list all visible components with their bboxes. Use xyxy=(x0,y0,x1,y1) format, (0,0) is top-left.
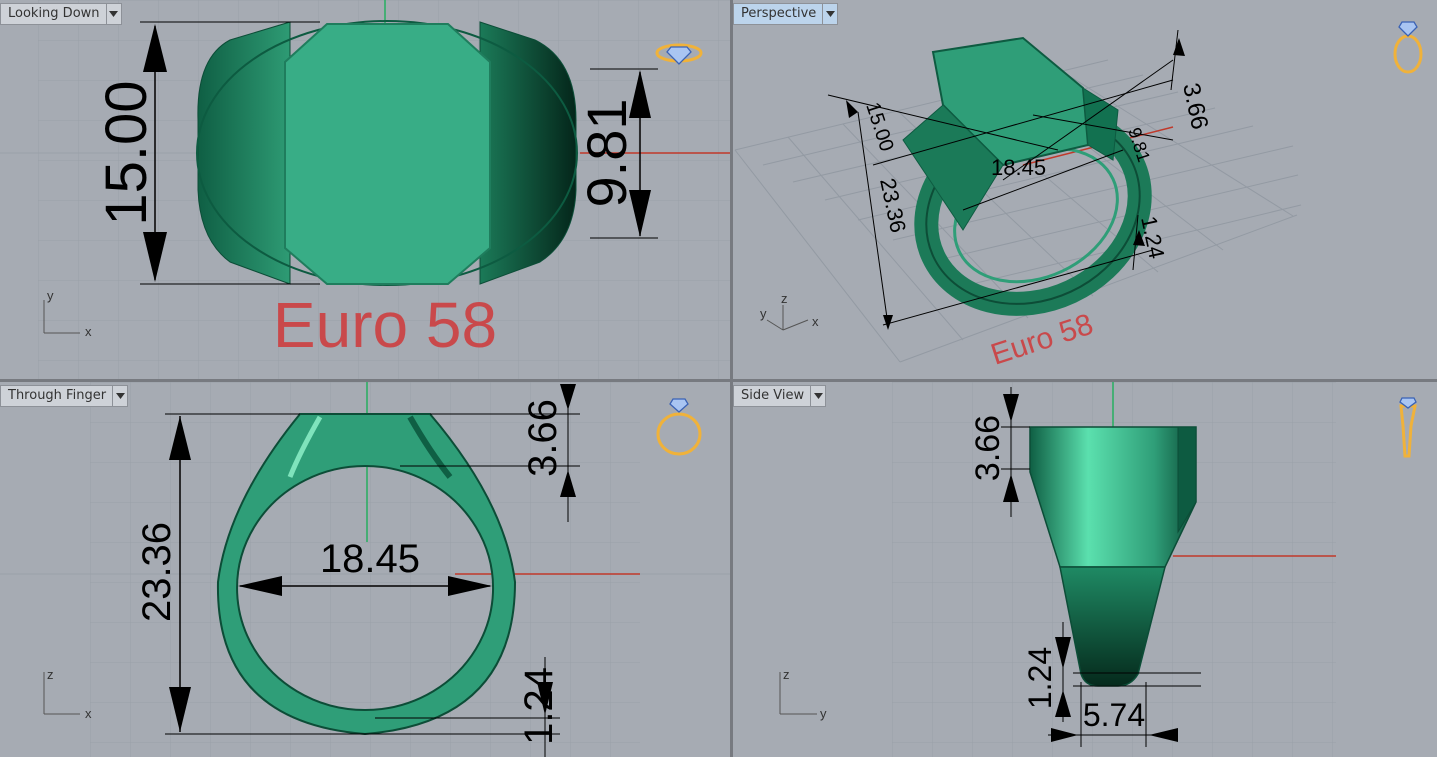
viewport-tab-side[interactable]: Side View xyxy=(733,385,827,407)
axis-x-label: x xyxy=(85,324,92,339)
ring-side-upper xyxy=(1029,426,1197,568)
dim-height-top: 15.00 xyxy=(94,80,159,225)
size-label-top: Euro 58 xyxy=(273,289,497,361)
axis-z-label: z xyxy=(781,291,788,306)
viewport-tab-perspective[interactable]: Perspective xyxy=(733,3,839,25)
dim-top-height-side: 3.66 xyxy=(969,415,1007,481)
viewport-tab-top[interactable]: Looking Down xyxy=(0,3,122,25)
dropdown-arrow-icon[interactable] xyxy=(810,386,825,406)
axis-y-label: y xyxy=(820,706,827,721)
viewport-title: Side View xyxy=(741,388,805,403)
viewport-side[interactable]: Side View 3.66 1.24 5.74 z y xyxy=(733,382,1437,757)
side-view-canvas[interactable]: 3.66 1.24 5.74 z y xyxy=(733,382,1437,757)
viewport-title: Looking Down xyxy=(8,6,100,21)
size-label-persp: Euro 58 xyxy=(987,308,1097,372)
dim-band-persp: 1.24 xyxy=(1136,214,1169,261)
dropdown-arrow-icon[interactable] xyxy=(105,4,121,24)
dim-width-top: 9.81 xyxy=(575,99,638,208)
axis-z-label: z xyxy=(783,667,790,682)
axis-y-label: y xyxy=(47,288,54,303)
dim-inner-persp: 18.45 xyxy=(991,155,1046,180)
front-view-canvas[interactable]: 23.36 18.45 3.66 1.24 z x xyxy=(0,382,730,757)
dim-band-side: 1.24 xyxy=(1022,647,1058,709)
top-view-canvas[interactable]: 15.00 9.81 Euro 58 y x xyxy=(0,0,730,379)
viewport-title: Through Finger xyxy=(8,388,107,403)
dim-top-height-front: 3.66 xyxy=(521,399,565,477)
ring-diamond-top-icon[interactable] xyxy=(654,38,704,68)
dropdown-arrow-icon[interactable] xyxy=(112,386,127,406)
ring-side-icon[interactable] xyxy=(1393,396,1423,462)
ring-front-icon[interactable] xyxy=(654,396,704,458)
ring-perspective-icon[interactable] xyxy=(1388,18,1428,78)
viewport-front[interactable]: Through Finger 23.36 18.45 3.66 1.24 z x xyxy=(0,382,730,757)
viewport-title: Perspective xyxy=(741,6,817,21)
dim-top-height-persp: 3.66 xyxy=(1177,81,1213,132)
dim-height-front: 23.36 xyxy=(135,522,179,622)
dim-inner-front: 18.45 xyxy=(320,537,420,581)
dim-length-persp: 15.00 xyxy=(861,100,897,154)
perspective-canvas[interactable]: 3.66 15.00 9.81 18.45 23.36 1.24 Euro 58… xyxy=(733,0,1437,379)
axis-x-label: x xyxy=(85,706,92,721)
viewport-perspective[interactable]: Perspective 3.66 15.00 9.81 18.45 23.36 … xyxy=(733,0,1437,379)
viewport-top[interactable]: Looking Down 15.00 9.81 Euro 58 y x xyxy=(0,0,730,379)
viewport-tab-front[interactable]: Through Finger xyxy=(0,385,129,407)
axis-x-label: x xyxy=(812,314,819,329)
axis-z-label: z xyxy=(47,667,54,682)
dim-width-side: 5.74 xyxy=(1083,697,1145,733)
dim-band-front: 1.24 xyxy=(517,667,561,745)
ring-top-face xyxy=(284,23,491,285)
dim-height-persp: 23.36 xyxy=(875,176,911,235)
dropdown-arrow-icon[interactable] xyxy=(822,4,837,24)
axis-y-label: y xyxy=(760,306,767,321)
